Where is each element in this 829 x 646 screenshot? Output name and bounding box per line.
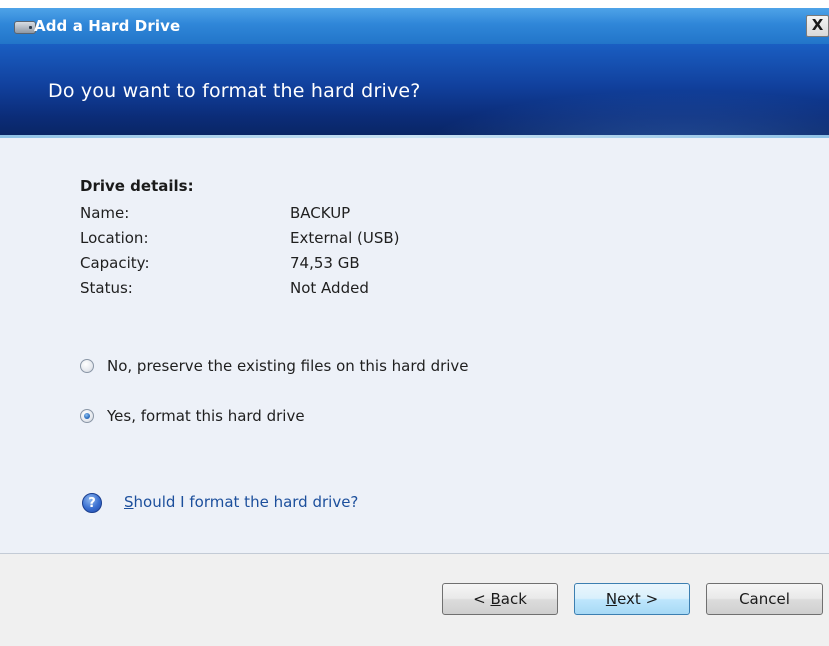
format-drive-label[interactable]: Yes, format this hard drive (107, 407, 305, 425)
hard-drive-icon (14, 21, 36, 34)
preserve-files-label[interactable]: No, preserve the existing files on this … (107, 357, 469, 375)
back-button[interactable]: < Back (442, 583, 558, 615)
next-rest[interactable]: ext > (617, 590, 658, 608)
detail-value: BACKUP (290, 204, 351, 222)
header-banner: Do you want to format the hard drive? (0, 44, 829, 135)
detail-label: Name: (80, 204, 130, 222)
detail-value: External (USB) (290, 229, 400, 247)
detail-value: 74,53 GB (290, 254, 360, 272)
back-prefix[interactable]: < (473, 590, 490, 608)
next-accesskey[interactable]: N (606, 590, 617, 608)
help-link-accesskey[interactable]: S (124, 493, 134, 511)
radio-button-checked[interactable] (80, 409, 94, 423)
radio-button-unchecked[interactable] (80, 359, 94, 373)
page-heading: Do you want to format the hard drive? (48, 80, 421, 102)
drive-details-title: Drive details: (80, 177, 194, 195)
add-hard-drive-dialog: Add a Hard Drive X Do you want to format… (0, 0, 829, 646)
format-help-link[interactable]: Should I format the hard drive? (124, 493, 358, 511)
detail-label: Status: (80, 279, 133, 297)
cancel-button[interactable]: Cancel (706, 583, 823, 615)
back-rest[interactable]: ack (501, 590, 527, 608)
help-link-text[interactable]: hould I format the hard drive? (134, 493, 359, 511)
next-button[interactable]: Next > (574, 583, 690, 615)
window-title: Add a Hard Drive (34, 17, 181, 35)
button-bar: < Back Next > Cancel (0, 554, 829, 646)
detail-label: Location: (80, 229, 149, 247)
detail-label: Capacity: (80, 254, 150, 272)
question-icon: ? (82, 493, 102, 513)
back-accesskey[interactable]: B (490, 590, 500, 608)
close-button[interactable]: X (806, 15, 829, 37)
title-bar[interactable]: Add a Hard Drive (0, 8, 829, 44)
dialog-content: Drive details: Name: BACKUP Location: Ex… (0, 138, 829, 553)
detail-value: Not Added (290, 279, 369, 297)
